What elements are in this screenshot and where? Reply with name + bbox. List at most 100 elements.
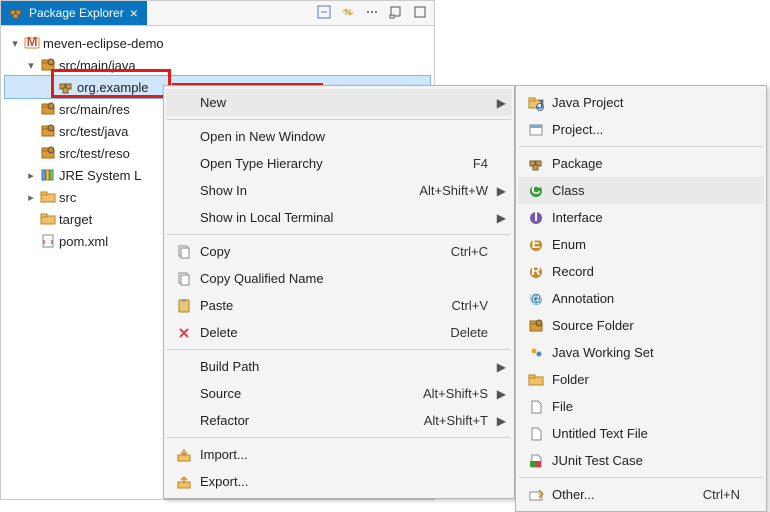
minimize-icon[interactable] (388, 4, 404, 20)
package-icon (528, 156, 544, 172)
submenu-arrow-icon: ▶ (497, 211, 506, 225)
menu-separator (167, 437, 511, 438)
interface-icon (528, 210, 544, 226)
menu-class[interactable]: Class (518, 177, 764, 204)
menu-record[interactable]: Record (518, 258, 764, 285)
folder-icon (40, 189, 56, 205)
menu-copy[interactable]: CopyCtrl+C (166, 238, 512, 265)
xml-file-icon (40, 233, 56, 249)
menu-delete[interactable]: DeleteDelete (166, 319, 512, 346)
twisty-icon[interactable]: ▾ (7, 37, 23, 50)
tree-src-main-java[interactable]: ▾ src/main/java (5, 54, 430, 76)
tree-label: pom.xml (57, 234, 108, 249)
tree-label: src/test/java (57, 124, 128, 139)
maximize-icon[interactable] (412, 4, 428, 20)
menu-separator (167, 349, 511, 350)
menu-working-set[interactable]: Java Working Set (518, 339, 764, 366)
source-folder-icon (40, 101, 56, 117)
record-icon (528, 264, 544, 280)
source-folder-icon (40, 57, 56, 73)
file-icon (528, 399, 544, 415)
shortcut: Alt+Shift+W (402, 183, 488, 198)
file-icon (528, 426, 544, 442)
menu-other[interactable]: Other...Ctrl+N (518, 481, 764, 508)
shortcut: Ctrl+C (402, 244, 488, 259)
menu-show-local-terminal[interactable]: Show in Local Terminal▶ (166, 204, 512, 231)
junit-icon (528, 453, 544, 469)
menu-annotation[interactable]: Annotation (518, 285, 764, 312)
folder-icon (528, 372, 544, 388)
tree-label: org.example (75, 80, 149, 95)
close-icon[interactable]: × (130, 5, 138, 21)
shortcut: F4 (402, 156, 488, 171)
view-menu-icon[interactable] (364, 4, 380, 20)
working-set-icon (528, 345, 544, 361)
other-wizard-icon (528, 487, 544, 503)
project-icon (528, 122, 544, 138)
menu-paste[interactable]: PasteCtrl+V (166, 292, 512, 319)
source-folder-icon (40, 123, 56, 139)
menu-project[interactable]: Project... (518, 116, 764, 143)
menu-junit[interactable]: JUnit Test Case (518, 447, 764, 474)
copy-icon (176, 271, 192, 287)
menu-show-in[interactable]: Show InAlt+Shift+W▶ (166, 177, 512, 204)
tree-label: JRE System L (57, 168, 141, 183)
package-icon (58, 79, 74, 95)
submenu-arrow-icon: ▶ (497, 387, 506, 401)
delete-icon (176, 325, 192, 341)
menu-interface[interactable]: Interface (518, 204, 764, 231)
collapse-all-icon[interactable] (316, 4, 332, 20)
menu-source-folder[interactable]: Source Folder (518, 312, 764, 339)
tree-label: src/main/res (57, 102, 130, 117)
menu-import[interactable]: Import... (166, 441, 512, 468)
menu-copy-qualified[interactable]: Copy Qualified Name (166, 265, 512, 292)
menu-untitled-text[interactable]: Untitled Text File (518, 420, 764, 447)
submenu-arrow-icon: ▶ (497, 360, 506, 374)
tab-bar: Package Explorer × (1, 1, 434, 26)
view-toolbar (316, 4, 428, 20)
menu-open-new-window[interactable]: Open in New Window (166, 123, 512, 150)
folder-icon (40, 211, 56, 227)
java-project-icon (528, 95, 544, 111)
menu-source[interactable]: SourceAlt+Shift+S▶ (166, 380, 512, 407)
source-folder-icon (40, 145, 56, 161)
menu-separator (167, 234, 511, 235)
menu-export[interactable]: Export... (166, 468, 512, 495)
tab-title: Package Explorer (29, 6, 124, 20)
class-icon (528, 183, 544, 199)
menu-new[interactable]: New▶ (166, 89, 512, 116)
package-explorer-icon (9, 6, 23, 20)
library-icon (40, 167, 56, 183)
menu-package[interactable]: Package (518, 150, 764, 177)
tree-label: src (57, 190, 76, 205)
submenu-arrow-icon: ▶ (497, 96, 506, 110)
menu-open-type-hierarchy[interactable]: Open Type HierarchyF4 (166, 150, 512, 177)
copy-icon (176, 244, 192, 260)
source-folder-icon (528, 318, 544, 334)
paste-icon (176, 298, 192, 314)
menu-file[interactable]: File (518, 393, 764, 420)
shortcut: Alt+Shift+T (402, 413, 488, 428)
annotation-icon (528, 291, 544, 307)
tree-label: src/test/reso (57, 146, 130, 161)
menu-refactor[interactable]: RefactorAlt+Shift+T▶ (166, 407, 512, 434)
shortcut: Delete (402, 325, 488, 340)
menu-java-project[interactable]: Java Project (518, 89, 764, 116)
submenu-arrow-icon: ▶ (497, 414, 506, 428)
twisty-icon[interactable]: ▾ (23, 59, 39, 72)
twisty-icon[interactable]: ▸ (23, 169, 39, 182)
tab-package-explorer[interactable]: Package Explorer × (1, 1, 147, 25)
link-editor-icon[interactable] (340, 4, 356, 20)
shortcut: Alt+Shift+S (402, 386, 488, 401)
shortcut: Ctrl+V (402, 298, 488, 313)
new-submenu: Java Project Project... Package Class In… (515, 85, 767, 512)
tree-label: target (57, 212, 92, 227)
maven-project-icon (24, 35, 40, 51)
menu-folder[interactable]: Folder (518, 366, 764, 393)
menu-enum[interactable]: Enum (518, 231, 764, 258)
tree-project[interactable]: ▾meven-eclipse-demo (5, 32, 430, 54)
menu-separator (167, 119, 511, 120)
twisty-icon[interactable]: ▸ (23, 191, 39, 204)
menu-build-path[interactable]: Build Path▶ (166, 353, 512, 380)
tree-label: src/main/java (57, 58, 136, 73)
